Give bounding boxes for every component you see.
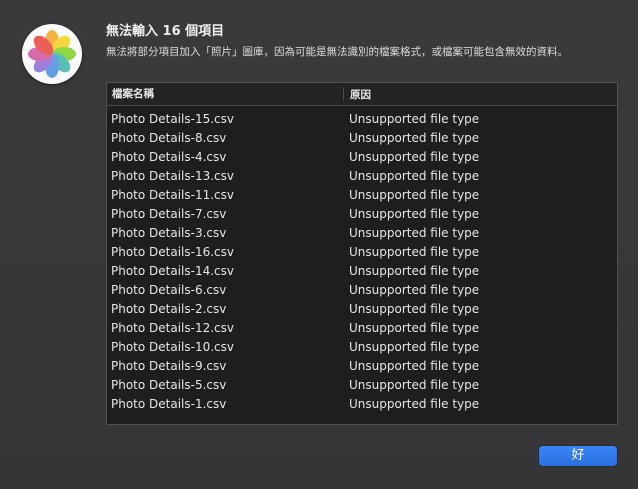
table-body: Photo Details-15.csv Unsupported file typ… [107, 106, 617, 413]
table-row[interactable]: Photo Details-15.csv Unsupported file typ… [107, 109, 617, 128]
reason-cell: Unsupported file type [349, 225, 480, 240]
table-row[interactable]: Photo Details-9.csv Unsupported file type [107, 356, 617, 375]
table-row[interactable]: Photo Details-4.csv Unsupported file type [107, 147, 617, 166]
reason-cell: Unsupported file type [349, 149, 480, 164]
reason-cell: Unsupported file type [349, 111, 480, 126]
filename-cell: Photo Details-5.csv [111, 377, 227, 392]
reason-cell: Unsupported file type [349, 377, 480, 392]
filename-cell: Photo Details-11.csv [111, 187, 235, 202]
table-row[interactable]: Photo Details-14.csv Unsupported file typ… [107, 261, 617, 280]
reason-cell: Unsupported file type [349, 187, 480, 202]
reason-cell: Unsupported file type [349, 282, 480, 297]
filename-cell: Photo Details-15.csv [111, 111, 235, 126]
table-row[interactable]: Photo Details-3.csv Unsupported file type [107, 223, 617, 242]
filename-cell: Photo Details-7.csv [111, 206, 227, 221]
dialog-message: 無法將部分項目加入「照片」圖庫，因為可能是無法識別的檔案格式，或檔案可能包含無效… [106, 46, 568, 58]
filename-cell: Photo Details-1.csv [111, 396, 227, 411]
table-row[interactable]: Photo Details-6.csv Unsupported file type [107, 280, 617, 299]
table-row[interactable]: Photo Details-11.csv Unsupported file typ… [107, 185, 617, 204]
reason-cell: Unsupported file type [349, 130, 480, 145]
reason-cell: Unsupported file type [349, 396, 480, 411]
reason-cell: Unsupported file type [349, 263, 480, 278]
import-error-dialog: 無法輸入 16 個項目 無法將部分項目加入「照片」圖庫，因為可能是無法識別的檔案… [0, 0, 638, 489]
failed-items-table[interactable]: 檔案名稱 原因 Photo Details-15.csv Unsupported … [106, 82, 618, 425]
filename-cell: Photo Details-12.csv [111, 320, 235, 335]
filename-cell: Photo Details-4.csv [111, 149, 227, 164]
filename-cell: Photo Details-3.csv [111, 225, 227, 240]
column-header-reason[interactable]: 原因 [344, 87, 614, 102]
table-row[interactable]: Photo Details-7.csv Unsupported file type [107, 204, 617, 223]
reason-cell: Unsupported file type [349, 168, 480, 183]
filename-cell: Photo Details-6.csv [111, 282, 227, 297]
filename-cell: Photo Details-9.csv [111, 358, 227, 373]
reason-cell: Unsupported file type [349, 206, 480, 221]
reason-cell: Unsupported file type [349, 339, 480, 354]
filename-cell: Photo Details-13.csv [111, 168, 235, 183]
reason-cell: Unsupported file type [349, 244, 480, 259]
filename-cell: Photo Details-16.csv [111, 244, 235, 259]
table-row[interactable]: Photo Details-16.csv Unsupported file typ… [107, 242, 617, 261]
table-row[interactable]: Photo Details-2.csv Unsupported file type [107, 299, 617, 318]
table-row[interactable]: Photo Details-10.csv Unsupported file typ… [107, 337, 617, 356]
photos-icon [22, 24, 82, 84]
table-header: 檔案名稱 原因 [107, 83, 617, 106]
filename-cell: Photo Details-8.csv [111, 130, 227, 145]
reason-cell: Unsupported file type [349, 358, 480, 373]
table-row[interactable]: Photo Details-13.csv Unsupported file typ… [107, 166, 617, 185]
table-row[interactable]: Photo Details-1.csv Unsupported file type [107, 394, 617, 413]
dialog-title: 無法輸入 16 個項目 [106, 24, 225, 39]
column-header-filename[interactable]: 檔案名稱 [107, 87, 344, 101]
filename-cell: Photo Details-10.csv [111, 339, 235, 354]
ok-button[interactable]: 好 [539, 446, 617, 466]
table-row[interactable]: Photo Details-12.csv Unsupported file typ… [107, 318, 617, 337]
reason-cell: Unsupported file type [349, 320, 480, 335]
filename-cell: Photo Details-2.csv [111, 301, 227, 316]
reason-cell: Unsupported file type [349, 301, 480, 316]
table-row[interactable]: Photo Details-8.csv Unsupported file type [107, 128, 617, 147]
table-row[interactable]: Photo Details-5.csv Unsupported file type [107, 375, 617, 394]
filename-cell: Photo Details-14.csv [111, 263, 235, 278]
